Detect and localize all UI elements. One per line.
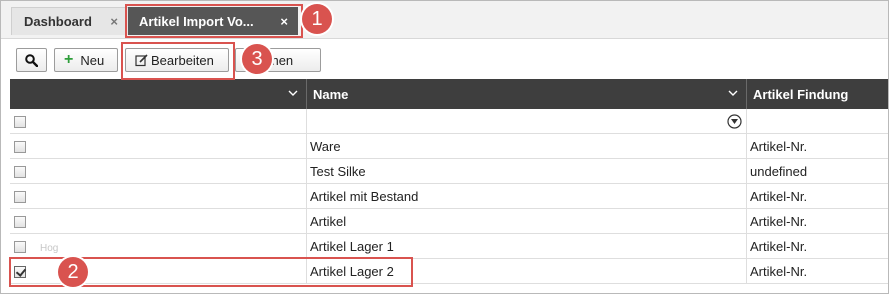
row-artikel-findung: undefined: [750, 164, 808, 179]
row-name: Artikel Lager 2: [307, 259, 747, 284]
row-artikel-findung: Artikel-Nr.: [750, 264, 808, 279]
table-row[interactable]: Artikel Artikel-Nr.: [10, 209, 888, 234]
row-name: Ware: [307, 134, 747, 159]
table-row[interactable]: Hog Artikel Lager 1 Artikel-Nr.: [10, 234, 888, 259]
row-name: Artikel: [307, 209, 747, 234]
edit-icon: [135, 53, 148, 66]
annotation-badge-1: 1: [302, 4, 332, 34]
chevron-down-icon[interactable]: [728, 88, 738, 98]
edit-button-label: Bearbeiten: [151, 52, 214, 68]
column-header-name[interactable]: Name: [307, 79, 747, 109]
app-window: Dashboard × Artikel Import Vo... × + Neu…: [0, 0, 889, 294]
grid-header: Name Artikel Findung: [10, 79, 888, 109]
row-checkbox[interactable]: [14, 215, 26, 228]
row-name: Artikel mit Bestand: [307, 184, 747, 209]
article-import-grid: Name Artikel Findung Ware Artikel-Nr. Te…: [10, 79, 888, 293]
filter-cell-select: [10, 109, 307, 134]
filter-icon[interactable]: [727, 114, 742, 129]
row-checkbox-checked[interactable]: [14, 265, 26, 278]
column-header-name-label: Name: [313, 86, 349, 102]
edit-button[interactable]: Bearbeiten: [125, 48, 229, 72]
table-row-selected[interactable]: Artikel Lager 2 Artikel-Nr.: [10, 259, 888, 284]
column-header-artikel-findung[interactable]: Artikel Findung: [747, 79, 888, 109]
annotation-badge-2: 2: [58, 257, 88, 287]
column-header-artikel-findung-label: Artikel Findung: [753, 86, 849, 102]
plus-icon: +: [64, 51, 74, 68]
filter-row: [10, 109, 888, 134]
drag-ghost-text: Hog: [40, 243, 59, 254]
row-checkbox[interactable]: [14, 190, 26, 203]
tab-artikel-import-label: Artikel Import Vo...: [139, 13, 254, 29]
row-artikel-findung: Artikel-Nr.: [750, 189, 808, 204]
table-row[interactable]: Ware Artikel-Nr.: [10, 134, 888, 159]
search-icon: [25, 53, 38, 67]
new-button-label: Neu: [80, 52, 105, 68]
tab-dashboard[interactable]: Dashboard ×: [11, 7, 129, 35]
chevron-down-icon[interactable]: [288, 88, 298, 98]
row-name: Test Silke: [307, 159, 747, 184]
row-select-cell: [10, 209, 307, 234]
column-header-select[interactable]: [10, 79, 307, 109]
search-button[interactable]: [16, 48, 47, 72]
row-select-cell: [10, 159, 307, 184]
filter-cell-artikel-findung[interactable]: [747, 109, 888, 134]
filter-cell-name[interactable]: [307, 109, 747, 134]
tab-bar: Dashboard × Artikel Import Vo... ×: [1, 1, 888, 39]
table-row[interactable]: Artikel mit Bestand Artikel-Nr.: [10, 184, 888, 209]
row-artikel-findung: Artikel-Nr.: [750, 139, 808, 154]
select-all-checkbox[interactable]: [14, 115, 26, 128]
close-icon[interactable]: ×: [280, 14, 288, 29]
toolbar: + Neu Bearbeiten Löschen: [1, 40, 888, 78]
row-artikel-findung: Artikel-Nr.: [750, 214, 808, 229]
row-select-cell: Hog: [10, 234, 307, 259]
row-select-cell: [10, 134, 307, 159]
row-checkbox[interactable]: [14, 240, 26, 253]
row-checkbox[interactable]: [14, 165, 26, 178]
new-button[interactable]: + Neu: [54, 48, 118, 72]
tab-dashboard-label: Dashboard: [24, 14, 92, 29]
row-select-cell: [10, 184, 307, 209]
row-name: Artikel Lager 1: [307, 234, 747, 259]
tab-artikel-import[interactable]: Artikel Import Vo... ×: [128, 7, 298, 35]
table-row[interactable]: Test Silke undefined: [10, 159, 888, 184]
close-icon[interactable]: ×: [110, 14, 118, 29]
row-artikel-findung: Artikel-Nr.: [750, 239, 808, 254]
row-checkbox[interactable]: [14, 140, 26, 153]
row-select-cell: [10, 259, 307, 284]
annotation-badge-3: 3: [242, 44, 272, 74]
